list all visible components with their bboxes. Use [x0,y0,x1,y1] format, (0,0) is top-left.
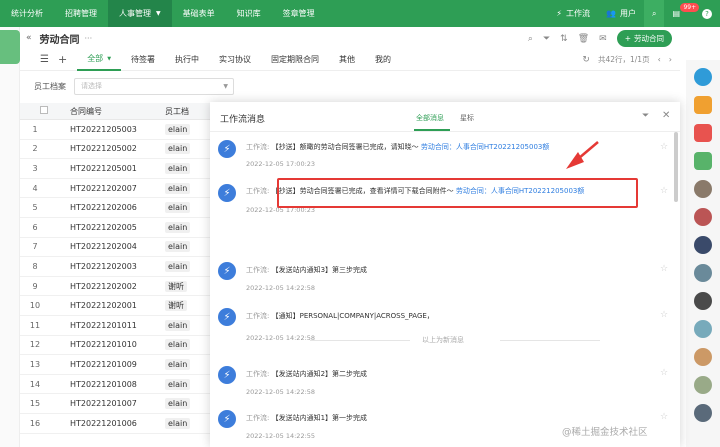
watermark: @稀土掘金技术社区 [562,427,648,438]
annotation-arrow [566,141,599,169]
